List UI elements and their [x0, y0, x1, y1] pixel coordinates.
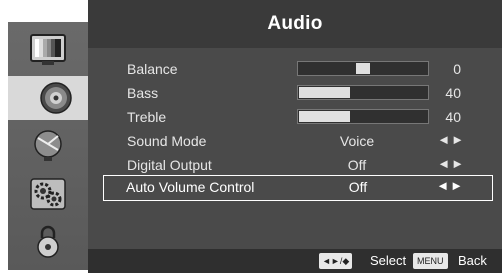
sound-mode-arrows-icon[interactable]: ◄►	[437, 132, 465, 147]
tv-audio-menu: Audio Balance 0 Bass 40 Treble 40 Sound	[0, 0, 502, 273]
auto-volume-control-value: Off	[348, 179, 368, 195]
menu-footer: ◄►/◆ Select MENU Back	[88, 249, 502, 273]
bass-slider-fill	[299, 87, 350, 98]
treble-slider[interactable]	[297, 109, 429, 124]
picture-icon	[28, 32, 68, 68]
bass-row[interactable]: Bass 40	[103, 81, 493, 105]
balance-value: 0	[453, 61, 461, 77]
bass-label: Bass	[127, 85, 159, 101]
digital-output-value: Off	[347, 157, 367, 173]
treble-value: 40	[445, 109, 461, 125]
bass-value: 40	[445, 85, 461, 101]
gears-icon	[28, 176, 68, 212]
speaker-icon	[36, 80, 76, 116]
audio-settings-panel: Balance 0 Bass 40 Treble 40 Sound Mode V…	[88, 48, 502, 249]
back-hint: Back	[458, 253, 487, 268]
menu-sidebar	[8, 22, 104, 270]
menu-header: Audio	[88, 0, 502, 48]
auto-volume-control-label: Auto Volume Control	[126, 179, 255, 195]
lock-icon	[28, 224, 68, 260]
digital-output-row[interactable]: Digital Output Off ◄►	[103, 153, 493, 177]
tab-channel[interactable]	[8, 124, 88, 168]
navigation-keys-icon: ◄►/◆	[319, 253, 353, 269]
balance-slider[interactable]	[297, 61, 429, 76]
treble-slider-fill	[299, 111, 350, 122]
tab-lock[interactable]	[8, 220, 88, 264]
auto-volume-control-row[interactable]: Auto Volume Control Off ◄►	[103, 175, 493, 201]
balance-label: Balance	[127, 61, 178, 77]
menu-key-icon[interactable]: MENU	[413, 253, 448, 269]
select-hint: Select	[370, 253, 407, 268]
sound-mode-label: Sound Mode	[127, 133, 207, 149]
treble-row[interactable]: Treble 40	[103, 105, 493, 129]
auto-volume-control-arrows-icon[interactable]: ◄►	[436, 178, 464, 193]
tab-picture[interactable]	[8, 28, 88, 72]
digital-output-arrows-icon[interactable]: ◄►	[437, 156, 465, 171]
sound-mode-row[interactable]: Sound Mode Voice ◄►	[103, 129, 493, 153]
balance-row[interactable]: Balance 0	[103, 57, 493, 81]
bass-slider[interactable]	[297, 85, 429, 100]
treble-label: Treble	[127, 109, 167, 125]
satellite-dish-icon	[28, 128, 68, 164]
sound-mode-value: Voice	[339, 133, 375, 149]
balance-slider-knob[interactable]	[356, 63, 370, 74]
digital-output-label: Digital Output	[127, 157, 212, 173]
tab-setup[interactable]	[8, 172, 88, 216]
page-title: Audio	[267, 13, 323, 34]
